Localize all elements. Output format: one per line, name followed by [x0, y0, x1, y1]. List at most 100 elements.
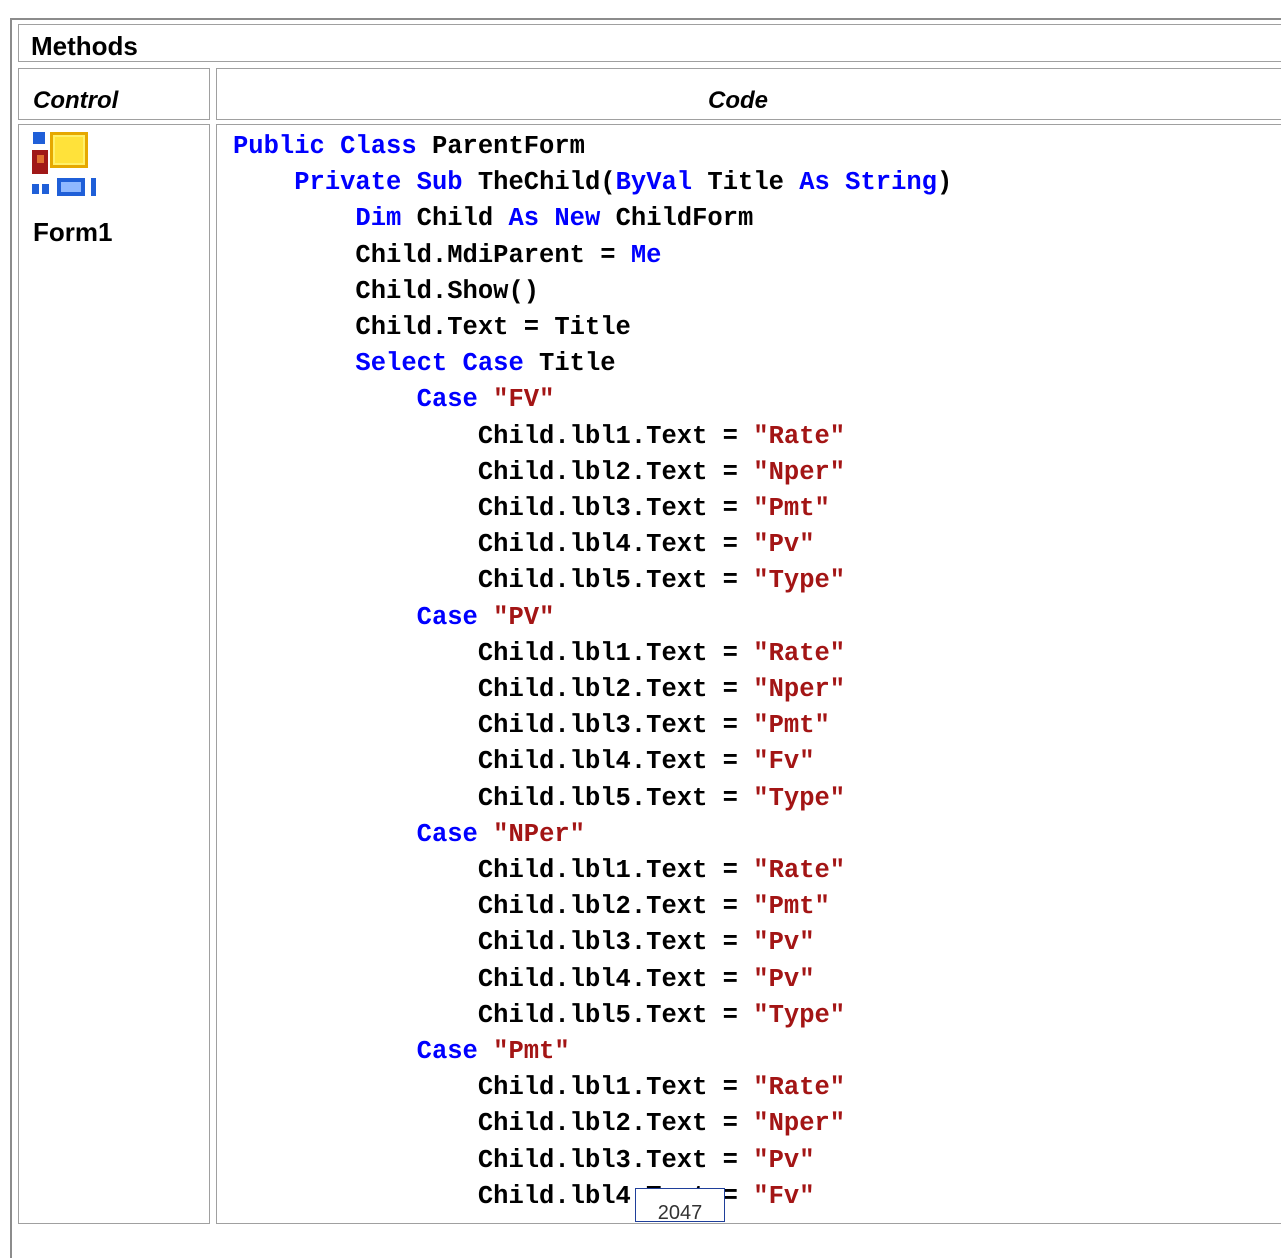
code-keyword: String — [845, 168, 937, 198]
code-keyword: Case — [416, 385, 478, 415]
code-text: ChildForm — [600, 204, 754, 234]
code-text: Child.lbl2.Text = — [233, 675, 754, 704]
code-string: "Pv" — [753, 928, 815, 958]
code-keyword: As — [799, 168, 830, 198]
code-line: Child.lbl4.Text = "Fv" — [233, 1179, 815, 1215]
control-header-cell: Control — [18, 68, 210, 120]
code-line: Child.lbl1.Text = "Rate" — [233, 636, 845, 672]
code-text: Child.lbl1.Text = — [233, 638, 754, 668]
code-text: Child.Text = Title — [233, 313, 631, 342]
code-text: Child.lbl4.Text = — [233, 530, 754, 560]
code-text: Child — [401, 204, 509, 234]
code-keyword: Private Sub — [294, 168, 478, 198]
code-line: Case "NPer" — [233, 817, 585, 853]
code-string: "Nper" — [753, 675, 846, 704]
code-line: Child.lbl5.Text = "Type" — [233, 563, 845, 599]
code-line: Child.lbl1.Text = "Rate" — [233, 1070, 845, 1106]
code-text: Child.Show() — [233, 276, 540, 306]
code-line: Child.lbl2.Text = "Nper" — [233, 455, 845, 491]
code-string: "Pmt" — [753, 711, 830, 741]
code-keyword: Me — [630, 240, 662, 270]
mdi-form-icon — [32, 132, 96, 196]
code-string: "Pmt" — [753, 892, 830, 922]
code-keyword: Case — [416, 819, 478, 849]
code-keyword: Dim — [355, 204, 402, 234]
code-line: Child.lbl3.Text = "Pv" — [233, 925, 815, 961]
code-text: Child.lbl1.Text = — [233, 421, 754, 451]
code-text: Child.lbl1.Text = — [233, 856, 754, 885]
code-line: Child.Text = Title — [233, 310, 631, 346]
code-string: "NPer" — [493, 819, 585, 849]
methods-title: Methods — [31, 31, 138, 61]
code-line: Private Sub TheChild(ByVal Title As Stri… — [233, 165, 952, 201]
code-string: "Rate" — [753, 421, 846, 451]
code-line: Child.lbl1.Text = "Rate" — [233, 419, 845, 455]
code-string: "Type" — [753, 783, 846, 813]
code-line: Child.lbl3.Text = "Pv" — [233, 1143, 815, 1179]
code-keyword: ByVal — [615, 168, 693, 198]
code-line: Child.lbl5.Text = "Type" — [233, 998, 845, 1034]
methods-title-cell: Methods — [18, 24, 1281, 62]
control-header: Control — [33, 87, 119, 114]
code-line: Child.lbl4.Text = "Pv" — [233, 527, 815, 563]
code-keyword: Case — [416, 602, 478, 632]
code-header: Code — [708, 87, 768, 114]
code-string: "Rate" — [753, 1073, 846, 1103]
code-cell: Public Class ParentForm Private Sub TheC… — [216, 124, 1281, 1224]
code-keyword: Public Class — [233, 132, 432, 161]
code-line: Child.lbl2.Text = "Pmt" — [233, 889, 830, 925]
code-line: Case "PV" — [233, 600, 555, 636]
code-string: "Nper" — [753, 457, 846, 487]
page-number-box: 2047 — [635, 1188, 725, 1222]
code-line: Child.lbl2.Text = "Nper" — [233, 1106, 845, 1142]
code-string: "Rate" — [753, 638, 846, 668]
code-string: "Pmt" — [753, 494, 830, 523]
code-line: Child.lbl3.Text = "Pmt" — [233, 491, 830, 527]
code-text: Child.lbl2.Text = — [233, 892, 754, 922]
code-string: "Pv" — [753, 964, 815, 994]
code-text: Child.lbl3.Text = — [233, 494, 754, 523]
code-keyword: Case — [416, 1037, 478, 1066]
code-string: "Rate" — [753, 856, 846, 885]
code-text: TheChild( — [477, 168, 616, 198]
code-line: Child.lbl1.Text = "Rate" — [233, 853, 845, 889]
control-cell: Form1 — [18, 124, 210, 1224]
code-line: Dim Child As New ChildForm — [233, 201, 753, 237]
code-string: "Nper" — [753, 1109, 846, 1139]
code-line: Case "FV" — [233, 382, 555, 418]
code-text: Child.MdiParent = — [233, 240, 631, 270]
code-keyword: Select Case — [355, 349, 524, 379]
code-string: "Fv" — [753, 747, 815, 777]
code-string: "Type" — [753, 1000, 846, 1030]
code-text: Title — [523, 349, 616, 379]
code-string: "Pv" — [753, 530, 815, 560]
code-line: Child.lbl2.Text = "Nper" — [233, 672, 845, 708]
code-text: Child.lbl2.Text = — [233, 1109, 754, 1139]
code-line: Child.MdiParent = Me — [233, 238, 661, 274]
code-line: Child.lbl4.Text = "Pv" — [233, 962, 815, 998]
code-line: Child.Show() — [233, 274, 539, 310]
code-keyword: As New — [508, 204, 601, 234]
code-string: "FV" — [493, 385, 555, 415]
code-text: Child.lbl2.Text = — [233, 457, 754, 487]
code-line: Child.lbl5.Text = "Type" — [233, 781, 845, 817]
code-text: Child.lbl4.Text = — [233, 964, 754, 994]
code-string: "Type" — [753, 566, 846, 596]
code-line: Case "Pmt" — [233, 1034, 570, 1070]
code-line: Child.lbl4.Text = "Fv" — [233, 744, 815, 780]
page-number: 2047 — [657, 1202, 703, 1222]
code-string: "Pmt" — [493, 1037, 570, 1066]
code-text: Child.lbl5.Text = — [233, 1000, 754, 1030]
